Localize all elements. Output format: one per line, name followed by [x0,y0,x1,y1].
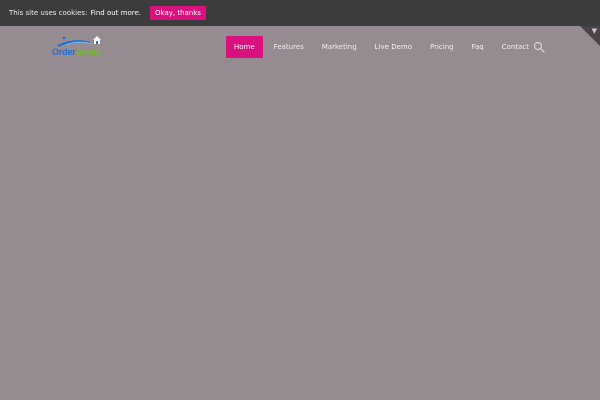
site-logo[interactable]: OrderSense [52,34,114,60]
nav-item-contact[interactable]: Contact [494,36,537,58]
cookie-accept-button[interactable]: Okay, thanks [150,6,206,20]
search-icon[interactable] [533,41,545,53]
chevron-down-icon[interactable]: ▼ [592,27,597,35]
main-nav: Home Features Marketing Live Demo Pricin… [226,36,537,58]
cookie-bar: This site uses cookies: Find out more. O… [0,0,600,26]
nav-item-marketing[interactable]: Marketing [314,36,365,58]
nav-item-live-demo[interactable]: Live Demo [367,36,420,58]
cookie-message: This site uses cookies: [9,9,88,17]
logo-text-order: Order [52,47,76,57]
nav-item-faq[interactable]: Faq [464,36,492,58]
top-bar-toggle[interactable] [580,26,600,46]
cookie-find-out-more-link[interactable]: Find out more. [90,9,141,17]
logo-text-sense: Sense [75,47,102,57]
nav-item-home[interactable]: Home [226,36,263,58]
nav-item-features[interactable]: Features [266,36,312,58]
nav-item-pricing[interactable]: Pricing [422,36,462,58]
logo-text: OrderSense [52,47,101,57]
